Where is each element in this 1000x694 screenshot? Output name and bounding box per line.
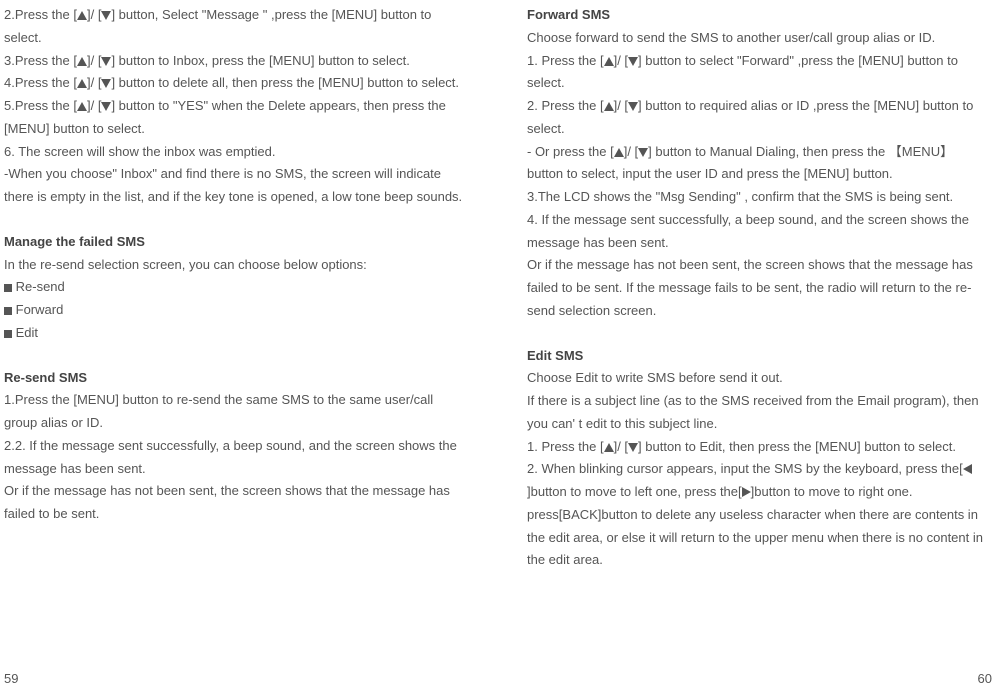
down-triangle-icon — [628, 443, 638, 452]
left-triangle-icon — [963, 464, 972, 474]
list-item: Forward — [4, 299, 469, 322]
body-text: 1. Press the []/ [] button to select "Fo… — [527, 50, 992, 96]
down-triangle-icon — [101, 102, 111, 111]
list-item: Edit — [4, 322, 469, 345]
body-text: 5.Press the []/ [] button to "YES" when … — [4, 95, 469, 141]
body-text: 1.Press the [MENU] button to re-send the… — [4, 389, 469, 435]
bullet-icon — [4, 307, 12, 315]
up-triangle-icon — [77, 57, 87, 66]
body-text: Or if the message has not been sent, the… — [527, 254, 992, 322]
bullet-icon — [4, 284, 12, 292]
left-column: 2.Press the []/ [] button, Select "Messa… — [4, 4, 469, 664]
body-text: 2.2. If the message sent successfully, a… — [4, 435, 469, 481]
bullet-icon — [4, 330, 12, 338]
body-text: Or if the message has not been sent, the… — [4, 480, 469, 526]
right-triangle-icon — [742, 487, 751, 497]
up-triangle-icon — [604, 443, 614, 452]
body-text: -When you choose" Inbox" and find there … — [4, 163, 469, 209]
body-text: If there is a subject line (as to the SM… — [527, 390, 992, 436]
up-triangle-icon — [614, 148, 624, 157]
section-heading: Edit SMS — [527, 345, 992, 368]
down-triangle-icon — [628, 57, 638, 66]
body-text: 2. Press the []/ [] button to required a… — [527, 95, 992, 141]
up-triangle-icon — [77, 11, 87, 20]
body-text: 4. If the message sent successfully, a b… — [527, 209, 992, 255]
down-triangle-icon — [638, 148, 648, 157]
up-triangle-icon — [604, 57, 614, 66]
down-triangle-icon — [101, 79, 111, 88]
body-text: 2.Press the []/ [] button, Select "Messa… — [4, 4, 469, 50]
down-triangle-icon — [101, 57, 111, 66]
page-number-left: 59 — [4, 668, 18, 691]
body-text: 2. When blinking cursor appears, input t… — [527, 458, 992, 572]
right-column: Forward SMS Choose forward to send the S… — [527, 4, 992, 664]
page-footer: 59 60 — [4, 664, 992, 691]
list-item: Re-send — [4, 276, 469, 299]
body-text: 1. Press the []/ [] button to Edit, then… — [527, 436, 992, 459]
up-triangle-icon — [77, 102, 87, 111]
body-text: 3.The LCD shows the "Msg Sending" , conf… — [527, 186, 992, 209]
up-triangle-icon — [604, 102, 614, 111]
section-heading: Manage the failed SMS — [4, 231, 469, 254]
page-columns: 2.Press the []/ [] button, Select "Messa… — [4, 4, 992, 664]
page-number-right: 60 — [978, 668, 992, 691]
section-heading: Re-send SMS — [4, 367, 469, 390]
section-heading: Forward SMS — [527, 4, 992, 27]
body-text: Choose Edit to write SMS before send it … — [527, 367, 992, 390]
body-text: 6. The screen will show the inbox was em… — [4, 141, 469, 164]
down-triangle-icon — [101, 11, 111, 20]
body-text: 4.Press the []/ [] button to delete all,… — [4, 72, 469, 95]
body-text: 3.Press the []/ [] button to Inbox, pres… — [4, 50, 469, 73]
body-text: In the re-send selection screen, you can… — [4, 254, 469, 277]
body-text: - Or press the []/ [] button to Manual D… — [527, 141, 992, 187]
body-text: Choose forward to send the SMS to anothe… — [527, 27, 992, 50]
up-triangle-icon — [77, 79, 87, 88]
down-triangle-icon — [628, 102, 638, 111]
